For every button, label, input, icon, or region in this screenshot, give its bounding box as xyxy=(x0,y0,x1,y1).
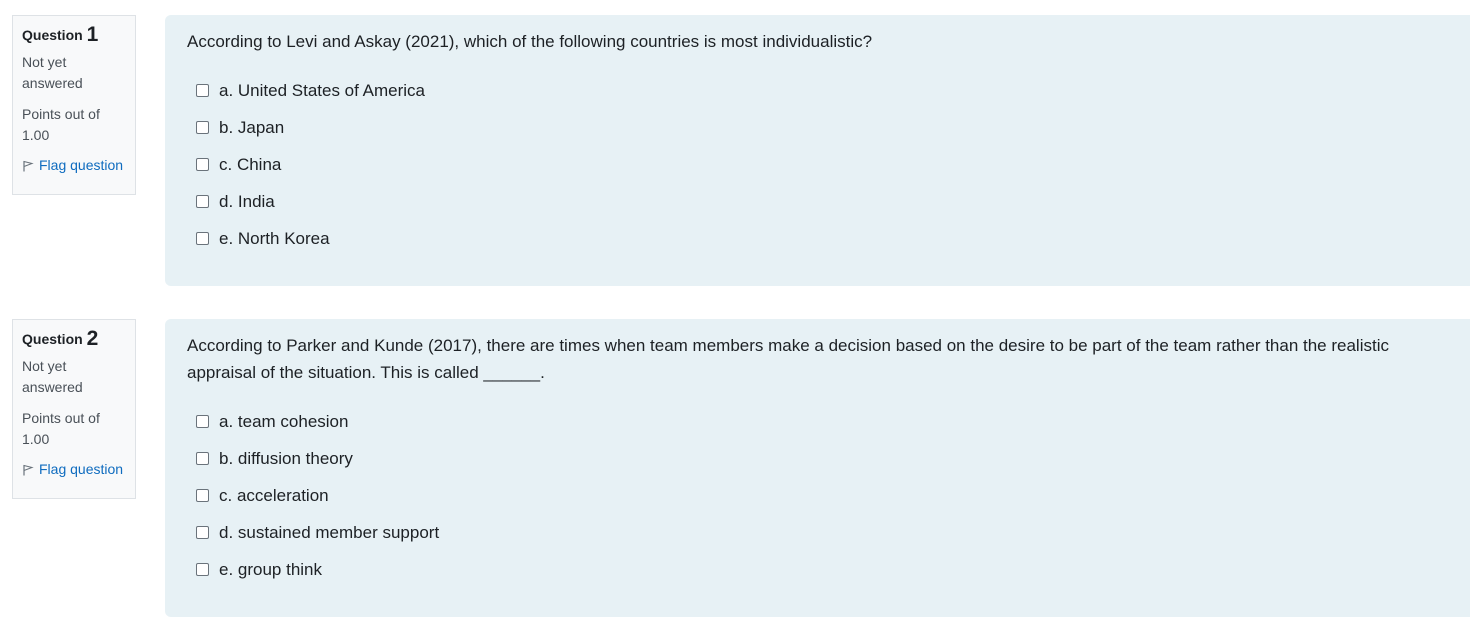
answer-label: a. United States of America xyxy=(219,80,425,100)
question-number: Question 1 xyxy=(22,24,126,46)
flag-question-label: Flag question xyxy=(39,461,124,477)
answer-label: d. sustained member support xyxy=(219,522,440,542)
answer-option[interactable]: b. Japan xyxy=(187,109,1448,146)
question-info: Question 2 Not yet answered Points out o… xyxy=(12,319,136,499)
flag-icon xyxy=(23,160,34,171)
answer-label: c. China xyxy=(219,154,282,174)
answer-checkbox[interactable] xyxy=(196,232,209,245)
answer-checkbox[interactable] xyxy=(196,526,209,539)
answer-label: b. diffusion theory xyxy=(219,448,353,468)
answer-label: e. group think xyxy=(219,559,323,579)
question-state: Not yet answered xyxy=(22,358,83,395)
answer-checkbox[interactable] xyxy=(196,563,209,576)
answer-checkbox[interactable] xyxy=(196,84,209,97)
answer-option[interactable]: e. North Korea xyxy=(187,220,1448,257)
question-content: According to Parker and Kunde (2017), th… xyxy=(165,319,1470,617)
flag-question-link[interactable]: Flag question xyxy=(22,459,126,480)
answer-option[interactable]: c. China xyxy=(187,146,1448,183)
flag-question-link[interactable]: Flag question xyxy=(22,155,126,176)
answer-list: a. team cohesion b. diffusion theory c. … xyxy=(187,403,1448,588)
question-label: Question xyxy=(22,27,83,43)
flag-question-label: Flag question xyxy=(39,157,124,173)
question-info: Question 1 Not yet answered Points out o… xyxy=(12,15,136,195)
answer-option[interactable]: d. sustained member support xyxy=(187,514,1448,551)
question-text: According to Levi and Askay (2021), whic… xyxy=(187,32,873,51)
question-content: According to Levi and Askay (2021), whic… xyxy=(165,15,1470,286)
answer-option[interactable]: c. acceleration xyxy=(187,477,1448,514)
question-text: According to Parker and Kunde (2017), th… xyxy=(187,336,1389,382)
answer-label: e. North Korea xyxy=(219,228,330,248)
answer-option[interactable]: b. diffusion theory xyxy=(187,440,1448,477)
answer-option[interactable]: a. United States of America xyxy=(187,72,1448,109)
answer-option[interactable]: e. group think xyxy=(187,551,1448,588)
answer-label: d. India xyxy=(219,191,275,211)
question-grade: Points out of 1.00 xyxy=(22,106,100,143)
answer-checkbox[interactable] xyxy=(196,121,209,134)
answer-option[interactable]: d. India xyxy=(187,183,1448,220)
question-number: Question 2 xyxy=(22,328,126,350)
answer-label: a. team cohesion xyxy=(219,411,349,431)
answer-checkbox[interactable] xyxy=(196,158,209,171)
question-state: Not yet answered xyxy=(22,54,83,91)
question-label: Question xyxy=(22,331,83,347)
question-number-value: 1 xyxy=(86,23,99,46)
answer-checkbox[interactable] xyxy=(196,489,209,502)
flag-icon xyxy=(23,464,34,475)
question-number-value: 2 xyxy=(86,327,99,350)
answer-checkbox[interactable] xyxy=(196,195,209,208)
answer-label: c. acceleration xyxy=(219,485,329,505)
answer-label: b. Japan xyxy=(219,117,285,137)
answer-checkbox[interactable] xyxy=(196,452,209,465)
answer-option[interactable]: a. team cohesion xyxy=(187,403,1448,440)
question-grade: Points out of 1.00 xyxy=(22,410,100,447)
answer-checkbox[interactable] xyxy=(196,415,209,428)
answer-list: a. United States of America b. Japan c. … xyxy=(187,72,1448,257)
